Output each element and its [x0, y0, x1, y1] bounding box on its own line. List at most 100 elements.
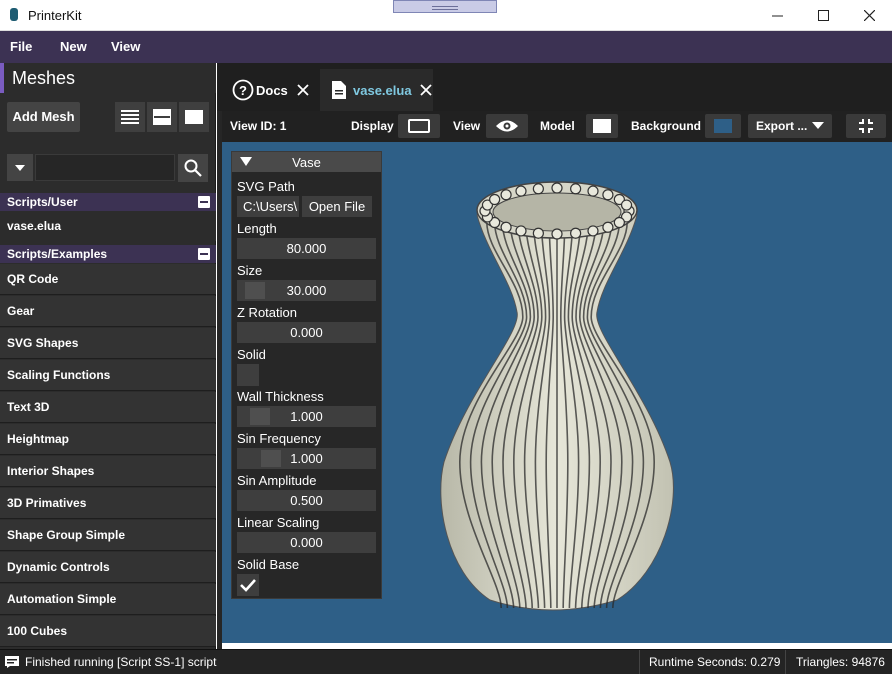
svg-text:?: ? — [239, 83, 247, 98]
list-item[interactable]: QR Code — [0, 264, 216, 295]
collapse-icon[interactable] — [198, 196, 210, 208]
list-item[interactable]: vase.elua — [0, 211, 216, 241]
list-item[interactable]: Scaling Functions — [0, 360, 216, 391]
minimize-icon[interactable] — [754, 0, 800, 31]
slider-knob[interactable] — [245, 282, 265, 299]
rim-bead — [602, 221, 614, 233]
close-tab-icon[interactable] — [419, 84, 432, 96]
menu-new[interactable]: New — [60, 31, 87, 63]
list-item[interactable]: 100 Cubes — [0, 616, 216, 647]
z-rotation-label: Z Rotation — [237, 305, 297, 320]
slider-knob[interactable] — [250, 408, 270, 425]
sidebar-header: Meshes — [0, 63, 216, 93]
rim-bead — [587, 185, 599, 197]
solid-base-checkbox[interactable] — [237, 574, 259, 596]
rim-bead — [500, 221, 512, 233]
sin-frequency-value: 1.000 — [290, 451, 323, 466]
tab-vase[interactable]: vase.elua — [320, 69, 433, 111]
rim-bead — [532, 227, 544, 239]
size-value: 30.000 — [286, 283, 327, 298]
background-color-swatch — [714, 119, 732, 133]
size-label: Size — [237, 263, 263, 278]
background-color-button[interactable] — [705, 114, 741, 138]
list-view-icon[interactable] — [115, 102, 145, 132]
viewport-toolbar: View ID: 1 Display View Model Background… — [222, 111, 892, 142]
group-header-examples[interactable]: Scripts/Examples — [0, 245, 216, 263]
model-label: Model — [540, 119, 575, 133]
list-item[interactable]: Automation Simple — [0, 584, 216, 615]
menu-view[interactable]: View — [111, 31, 140, 63]
slider-knob[interactable] — [261, 450, 281, 467]
display-mode-icon — [408, 119, 430, 133]
size-field[interactable]: 30.000 — [237, 280, 376, 301]
filter-dropdown[interactable] — [7, 154, 33, 181]
close-icon[interactable] — [846, 0, 892, 31]
group-title: Scripts/User — [7, 195, 78, 209]
list-item[interactable]: Heightmap — [0, 424, 216, 455]
collapse-view-button[interactable] — [846, 114, 886, 138]
rim-bead — [551, 182, 563, 194]
sin-frequency-field[interactable]: 1.000 — [237, 448, 376, 469]
single-view-icon[interactable] — [179, 102, 209, 132]
eye-icon — [496, 120, 518, 132]
list-item[interactable]: Shape Group Simple — [0, 520, 216, 551]
rim-bead — [500, 189, 512, 201]
group-header-user[interactable]: Scripts/User — [0, 193, 216, 211]
sin-amplitude-field[interactable]: 0.500 — [237, 490, 376, 511]
split-view-icon[interactable] — [147, 102, 177, 132]
model-color-swatch — [593, 119, 611, 133]
wall-thickness-label: Wall Thickness — [237, 389, 324, 404]
rim-bead — [532, 183, 544, 195]
collapse-icon[interactable] — [198, 248, 210, 260]
list-item[interactable]: 3D Primatives — [0, 488, 216, 519]
minimize-view-icon — [859, 119, 873, 133]
tab-label: vase.elua — [353, 82, 412, 98]
rim-bead — [515, 225, 527, 237]
display-label: Display — [351, 119, 394, 133]
search-input[interactable] — [35, 154, 175, 181]
view-button[interactable] — [486, 114, 528, 138]
add-mesh-button[interactable]: Add Mesh — [7, 102, 80, 132]
svg-path-label: SVG Path — [237, 179, 295, 194]
maximize-icon[interactable] — [800, 0, 846, 31]
sin-amplitude-value: 0.500 — [290, 493, 323, 508]
solid-checkbox[interactable] — [237, 364, 259, 386]
rim-bead — [551, 228, 563, 240]
z-rotation-field[interactable]: 0.000 — [237, 322, 376, 343]
length-label: Length — [237, 221, 277, 236]
rim-bead — [587, 225, 599, 237]
wall-thickness-field[interactable]: 1.000 — [237, 406, 376, 427]
title-bar: PrinterKit — [0, 0, 892, 31]
linear-scaling-field[interactable]: 0.000 — [237, 532, 376, 553]
display-button[interactable] — [398, 114, 440, 138]
export-dropdown[interactable]: Export ... — [748, 114, 832, 138]
list-item[interactable]: Interior Shapes — [0, 456, 216, 487]
help-circle-icon: ? — [232, 79, 254, 101]
window-title: PrinterKit — [28, 8, 82, 23]
z-rotation-value: 0.000 — [290, 325, 323, 340]
close-tab-icon[interactable] — [297, 84, 309, 96]
search-icon[interactable] — [178, 154, 208, 182]
message-icon — [5, 656, 19, 668]
length-field[interactable]: 80.000 — [237, 238, 376, 259]
svg-path-field[interactable]: C:\Users\ — [237, 196, 299, 217]
panel-header[interactable]: Vase — [232, 152, 381, 172]
checkmark-icon — [240, 579, 256, 592]
sin-frequency-label: Sin Frequency — [237, 431, 321, 446]
list-item[interactable]: Gear — [0, 296, 216, 327]
drag-handle[interactable] — [393, 0, 497, 13]
view-label: View — [453, 119, 481, 133]
rim-bead — [489, 193, 501, 206]
rim-bead — [570, 227, 582, 239]
solid-base-label: Solid Base — [237, 557, 300, 572]
open-file-button[interactable]: Open File — [302, 196, 372, 217]
linear-scaling-value: 0.000 — [290, 535, 323, 550]
linear-scaling-label: Linear Scaling — [237, 515, 320, 530]
list-item[interactable]: Dynamic Controls — [0, 552, 216, 583]
menu-file[interactable]: File — [10, 31, 32, 63]
tab-docs[interactable]: ? Docs — [232, 69, 328, 111]
list-item[interactable]: Text 3D — [0, 392, 216, 423]
list-item[interactable]: SVG Shapes — [0, 328, 216, 359]
model-color-button[interactable] — [586, 114, 618, 138]
panel-title: Vase — [292, 155, 321, 170]
